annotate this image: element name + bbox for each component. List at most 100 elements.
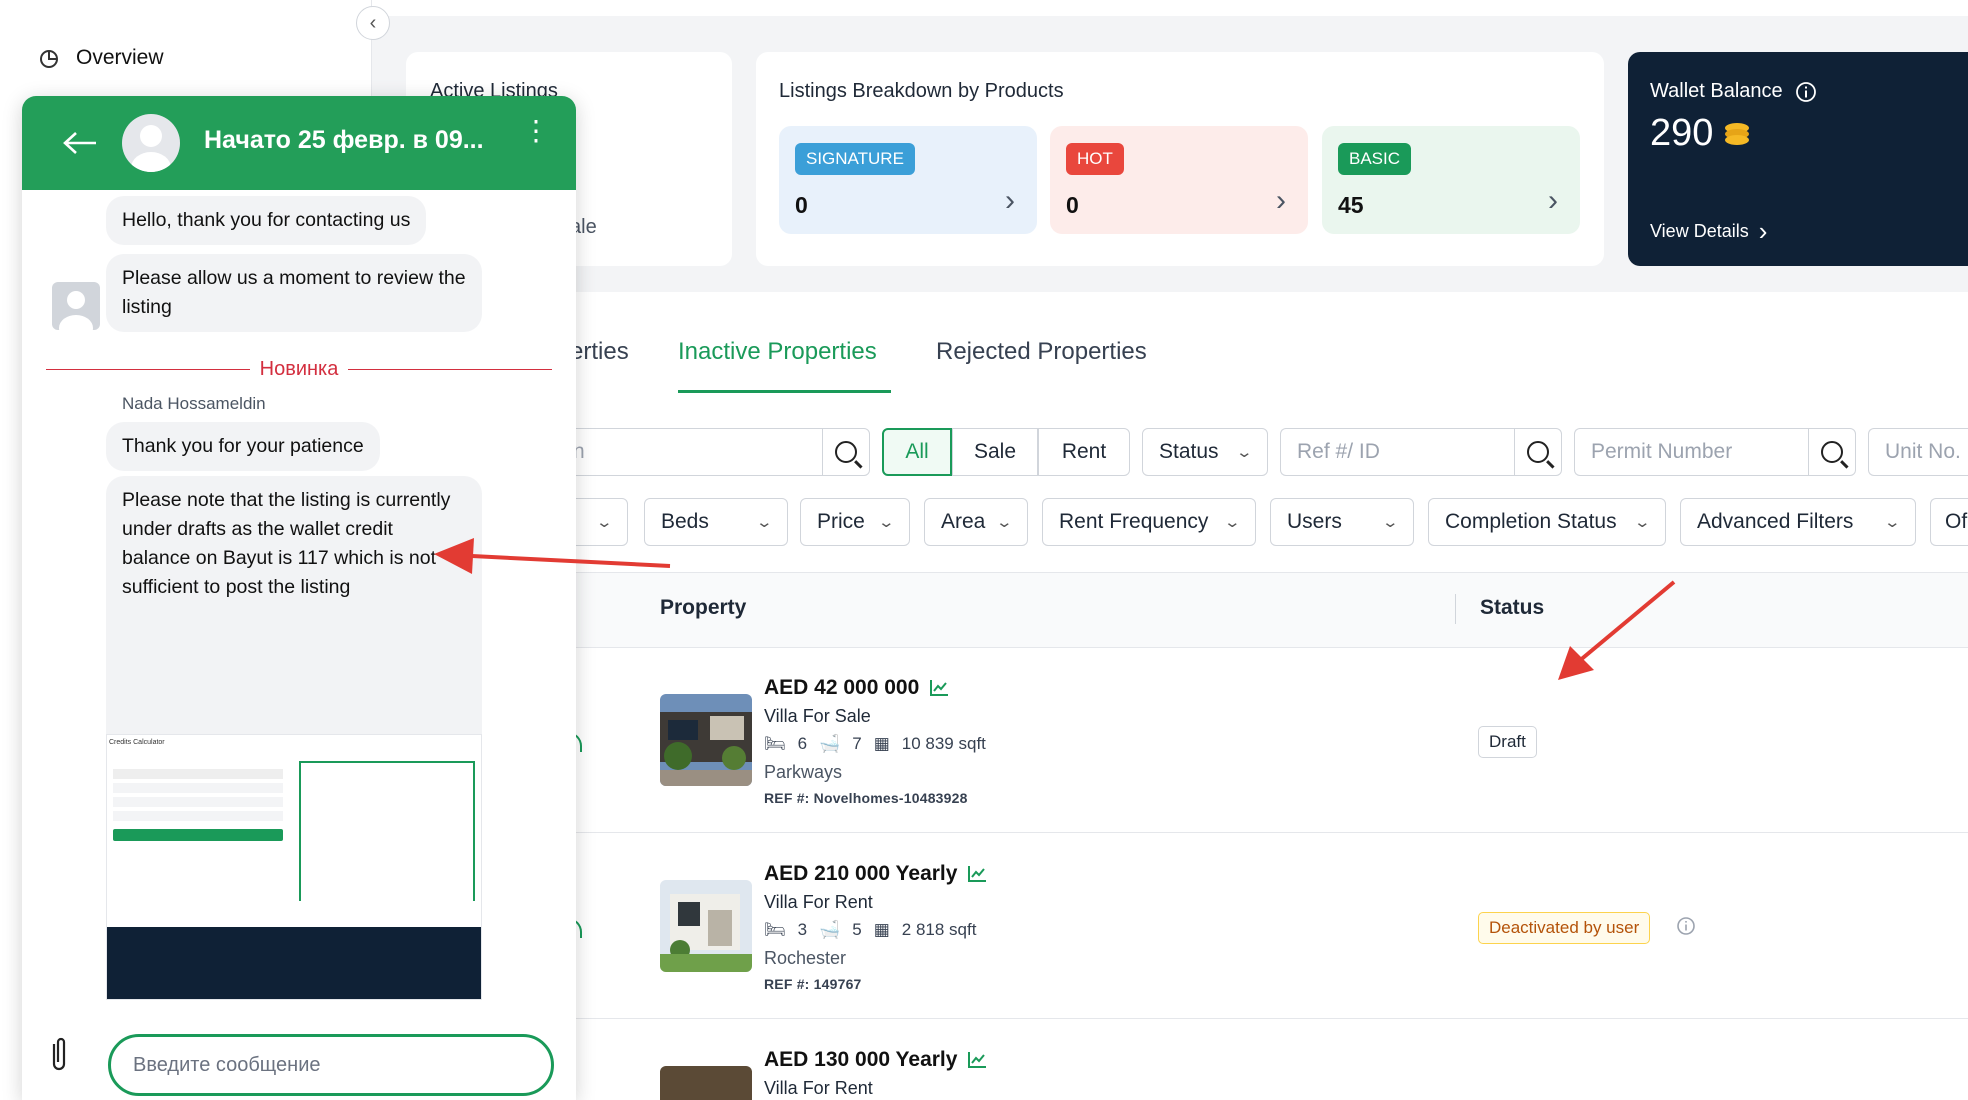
ref-search-button[interactable] — [1514, 428, 1562, 476]
user-icon — [59, 291, 93, 330]
users-dropdown[interactable]: Users ⌄ — [1270, 498, 1414, 546]
chevron-right-icon: › — [1758, 216, 1768, 246]
chat-message: Please allow us a moment to review the l… — [106, 254, 482, 332]
message-input[interactable]: Введите сообщение — [108, 1034, 554, 1096]
sidebar-item-overview[interactable]: Overview — [38, 46, 164, 70]
screenshot-dark-band — [107, 927, 481, 999]
wallet-balance-card: Wallet Balance 290 View Details › — [1628, 52, 1968, 266]
info-icon[interactable] — [1795, 81, 1817, 103]
screenshot-title: Credits Calculator — [109, 739, 165, 746]
breakdown-title: Listings Breakdown by Products — [779, 80, 1064, 102]
chat-header: Начато 25 февр. в 09... ⋮ — [22, 96, 576, 190]
baths-count: 5 — [852, 920, 862, 939]
listing-ref: REF #: Novelhomes-10483928 — [764, 790, 968, 806]
property-thumbnail[interactable] — [660, 1066, 752, 1100]
property-thumbnail[interactable] — [660, 694, 752, 786]
listing-price: AED 42 000 000 — [764, 676, 920, 699]
price-dropdown[interactable]: Price ⌄ — [800, 498, 910, 546]
listings-breakdown-card: Listings Breakdown by Products SIGNATURE… — [756, 52, 1604, 266]
row-divider — [460, 832, 1968, 833]
annotation-arrow — [434, 538, 671, 574]
pie-chart-icon — [40, 50, 58, 68]
chevron-down-icon: ⌄ — [595, 514, 614, 531]
coins-icon — [1725, 122, 1750, 145]
permit-placeholder: Permit Number — [1591, 440, 1733, 463]
chevron-down-icon: ⌄ — [877, 514, 896, 531]
search-icon — [1527, 441, 1549, 463]
chat-title: Начато 25 февр. в 09... — [204, 126, 484, 154]
search-icon — [835, 441, 857, 463]
tab-rejected-properties[interactable]: Rejected Properties — [936, 338, 1147, 366]
listing-price: AED 130 000 Yearly — [764, 1048, 958, 1071]
filter-all-label: All — [905, 440, 929, 463]
product-badge: BASIC — [1338, 143, 1412, 175]
tab-inactive-properties[interactable]: Inactive Properties — [678, 338, 877, 366]
product-count: 0 — [795, 192, 808, 218]
completion-status-label: Completion Status — [1445, 510, 1617, 533]
more-options-icon[interactable]: ⋮ — [522, 117, 550, 145]
status-column-header: Status — [1480, 596, 1545, 619]
new-messages-divider: Новинка — [46, 358, 553, 381]
unit-number-input[interactable]: Unit No. — [1868, 428, 1968, 476]
calculator-form-preview — [113, 765, 283, 875]
partial-last-label: Of — [1945, 510, 1968, 533]
trend-chart-icon[interactable] — [967, 1051, 987, 1069]
status-dropdown[interactable]: Status ⌄ — [1142, 428, 1268, 476]
top-strip — [372, 0, 1968, 16]
rent-frequency-label: Rent Frequency — [1059, 510, 1209, 533]
property-thumbnail[interactable] — [660, 880, 752, 972]
new-messages-label: Новинка — [259, 358, 339, 380]
search-input[interactable]: n — [560, 428, 822, 476]
chevron-down-icon: ⌄ — [1223, 514, 1242, 531]
product-hot[interactable]: HOT 0 › — [1050, 126, 1308, 234]
annotation-arrow — [1558, 580, 1676, 680]
chat-screenshot-attachment[interactable]: Credits Calculator — [106, 734, 482, 1000]
completion-status-dropdown[interactable]: Completion Status ⌄ — [1428, 498, 1666, 546]
column-divider — [1455, 594, 1456, 624]
view-details-link[interactable]: View Details › — [1650, 216, 1767, 247]
back-arrow-icon[interactable] — [62, 131, 98, 155]
filter-sale-label: Sale — [973, 440, 1017, 463]
bath-icon: 🛁 — [819, 920, 841, 939]
wallet-amount-row: 290 — [1650, 112, 1753, 155]
chat-message: Thank you for your patience — [106, 422, 380, 471]
ref-id-input[interactable]: Ref #/ ID — [1280, 428, 1514, 476]
price-label: Price — [817, 510, 865, 533]
collapse-sidebar-button[interactable]: ‹ — [356, 6, 390, 40]
trend-chart-icon[interactable] — [967, 865, 987, 883]
rent-frequency-dropdown[interactable]: Rent Frequency ⌄ — [1042, 498, 1256, 546]
advanced-filters-dropdown[interactable]: Advanced Filters ⌄ — [1680, 498, 1916, 546]
filter-all[interactable]: All — [882, 428, 952, 476]
trend-chart-icon[interactable] — [929, 679, 949, 697]
tab-active-properties[interactable]: erties — [570, 338, 629, 366]
product-badge: HOT — [1066, 143, 1124, 175]
chevron-left-icon: ‹ — [369, 11, 377, 34]
permit-search-button[interactable] — [1808, 428, 1856, 476]
filter-rent[interactable]: Rent — [1038, 428, 1130, 476]
info-icon[interactable] — [1676, 916, 1696, 936]
filter-sale[interactable]: Sale — [952, 428, 1038, 476]
price-row: AED 210 000 Yearly — [764, 862, 987, 886]
listing-features: 🛏 6 🛁 7 ▦ 10 839 sqft — [764, 734, 986, 754]
listing-location: Rochester — [764, 948, 847, 968]
area-icon: ▦ — [873, 734, 890, 753]
attachment-icon[interactable] — [48, 1034, 70, 1074]
bed-icon: 🛏 — [764, 734, 786, 753]
search-button[interactable] — [822, 428, 870, 476]
row-divider — [460, 1018, 1968, 1019]
product-basic[interactable]: BASIC 45 › — [1322, 126, 1580, 234]
villa-image — [660, 880, 752, 972]
chevron-down-icon: ⌄ — [755, 514, 774, 531]
partial-last-dropdown[interactable]: Of — [1930, 498, 1968, 546]
wallet-title-row: Wallet Balance — [1650, 80, 1817, 103]
price-row: AED 130 000 Yearly — [764, 1048, 987, 1072]
view-details-label: View Details — [1650, 221, 1749, 241]
area-dropdown[interactable]: Area ⌄ — [924, 498, 1028, 546]
filter-rent-label: Rent — [1061, 440, 1107, 463]
chevron-right-icon: › — [1005, 184, 1015, 217]
permit-number-input[interactable]: Permit Number — [1574, 428, 1808, 476]
calculator-results-preview — [299, 761, 475, 901]
product-signature[interactable]: SIGNATURE 0 › — [779, 126, 1037, 234]
listing-type: Villa For Sale — [764, 706, 871, 726]
listing-ref: REF #: 149767 — [764, 976, 862, 992]
